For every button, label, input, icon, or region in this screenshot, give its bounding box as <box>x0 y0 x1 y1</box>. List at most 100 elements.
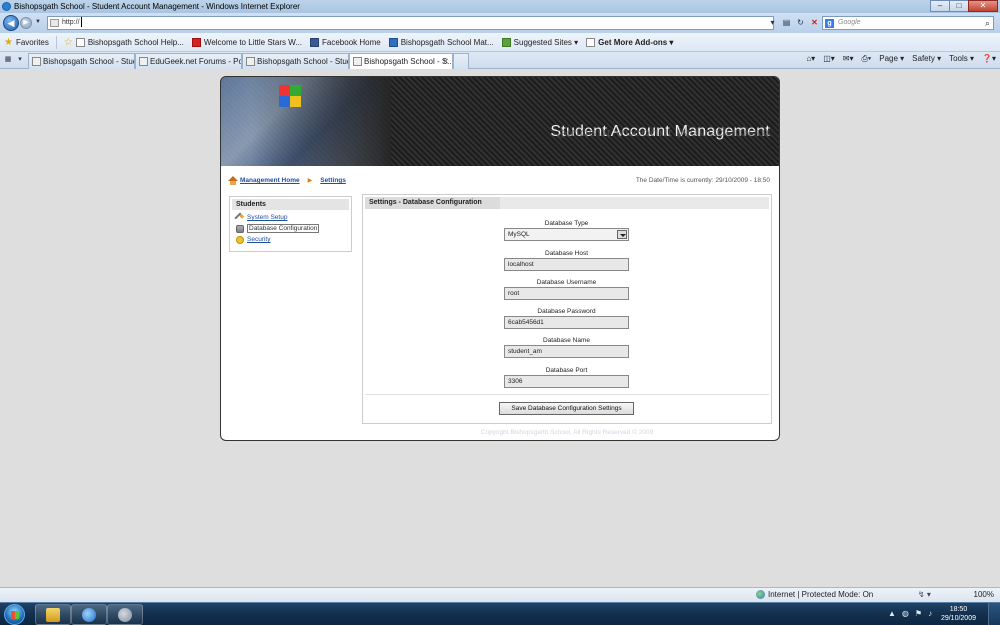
zoom-level[interactable]: 100% <box>974 590 994 599</box>
maximize-button[interactable]: □ <box>949 0 969 12</box>
chevron-down-icon[interactable] <box>617 230 627 239</box>
favorites-button[interactable]: ★ Favorites <box>0 37 53 48</box>
addons-icon <box>586 37 596 47</box>
tab-3[interactable]: Bishopsgath School - Stud... <box>242 53 349 69</box>
field-label: Database Port <box>545 367 588 374</box>
home-icon <box>228 176 238 185</box>
command-bar: ⌂▾ ◫▾ ✉▾ ⎙▾ Page ▾ Safety ▾ Tools ▾ ❓▾ <box>798 54 996 64</box>
current-datetime: The Date/Time is currently: 29/10/2009 -… <box>635 177 770 184</box>
little-stars-icon <box>191 37 201 47</box>
compatibility-view-icon[interactable]: ▤ <box>780 16 793 30</box>
favorite-link-label: Get More Add-ons ▾ <box>598 37 674 47</box>
history-dropdown-icon[interactable]: ▼ <box>35 19 41 25</box>
save-settings-button[interactable]: Save Database Configuration Settings <box>499 402 634 415</box>
back-button[interactable]: ◀ <box>3 15 19 31</box>
page-menu[interactable]: Page ▾ <box>879 54 904 64</box>
network-icon[interactable]: ◍ <box>902 609 909 618</box>
home-icon[interactable]: ⌂▾ <box>806 54 815 64</box>
zone-label: Internet | Protected Mode: On <box>768 590 874 599</box>
search-icon[interactable]: ⌕ <box>985 17 990 29</box>
mail-icon[interactable]: ✉▾ <box>843 54 854 64</box>
breadcrumb: Management Home ▶ Settings <box>228 176 346 185</box>
database-host-input[interactable]: localhost <box>504 258 629 271</box>
taskbar-ie-button[interactable] <box>71 604 107 625</box>
database-type-field: Database Type MySQL <box>504 219 629 241</box>
favorite-link-label: Suggested Sites ▾ <box>513 37 579 47</box>
forward-button[interactable]: ▶ <box>20 17 32 29</box>
flag-icon[interactable]: ⚑ <box>915 609 922 618</box>
taskbar-explorer-button[interactable] <box>35 604 71 625</box>
refresh-icon[interactable]: ↻ <box>794 16 807 30</box>
favorite-link-3[interactable]: Facebook Home <box>306 37 385 47</box>
feeds-icon[interactable]: ◫▾ <box>823 54 835 64</box>
stop-icon[interactable]: ✕ <box>808 16 821 30</box>
add-favorite-icon[interactable]: ☆ <box>64 37 73 48</box>
app-container: Student Account Management Student Accou… <box>220 76 780 441</box>
copyright-footer: Copyright Bishopsgarth School, All Right… <box>480 429 654 436</box>
address-url: http:// <box>62 19 80 26</box>
taskbar-app-button[interactable] <box>107 604 143 625</box>
field-label: Database Host <box>545 250 588 257</box>
quick-tabs-icon[interactable]: ▦ <box>3 54 13 66</box>
address-tools: ▾ ▤ ↻ ✕ <box>766 16 822 30</box>
system-tray: ▲ ◍ ⚑ ♪ <box>888 609 938 618</box>
tab-2[interactable]: EduGeek.net Forums - Pos... <box>135 53 242 69</box>
favorite-link-4[interactable]: Bishopsgath School Mat... <box>385 37 498 47</box>
banner-title-reflection: Student Account Management <box>555 127 770 139</box>
security-zone[interactable]: Internet | Protected Mode: On <box>756 590 873 599</box>
database-type-select[interactable]: MySQL <box>504 228 629 241</box>
database-password-field: Database Password 6cab5456d1 <box>504 307 629 329</box>
breadcrumb-home-link[interactable]: Management Home <box>240 177 300 184</box>
sidebar-item-label[interactable]: Database Configuration <box>247 224 320 233</box>
get-more-addons[interactable]: Get More Add-ons ▾ <box>582 37 677 47</box>
suggested-sites[interactable]: Suggested Sites ▾ <box>498 37 583 47</box>
tab-tools: ▦ ▾ <box>3 54 27 66</box>
database-password-input[interactable]: 6cab5456d1 <box>504 316 629 329</box>
tab-4-active[interactable]: Bishopsgath School - S... ✕ <box>349 53 453 70</box>
sidebar-item-label[interactable]: System Setup <box>247 214 287 221</box>
breadcrumb-settings-link[interactable]: Settings <box>320 177 346 184</box>
database-name-input[interactable]: student_am <box>504 345 629 358</box>
page-icon <box>246 57 255 66</box>
address-bar[interactable]: http:// <box>47 16 774 30</box>
field-value: MySQL <box>508 231 530 238</box>
system-clock[interactable]: 18:50 29/10/2009 <box>941 605 976 623</box>
print-icon[interactable]: ⎙▾ <box>861 54 871 64</box>
show-desktop-button[interactable] <box>988 603 1000 625</box>
lock-icon <box>236 235 244 244</box>
sidebar-item-security[interactable]: Security <box>230 234 351 245</box>
window-controls: – □ ✕ <box>930 0 998 13</box>
field-label: Database Type <box>544 220 589 227</box>
volume-icon[interactable]: ♪ <box>928 609 932 618</box>
search-placeholder: Google <box>838 19 861 26</box>
help-menu[interactable]: ❓▾ <box>982 54 996 64</box>
minimize-button[interactable]: – <box>930 0 950 12</box>
search-input[interactable]: g Google ⌕ <box>822 16 994 30</box>
start-button[interactable] <box>4 604 25 625</box>
tab-list-icon[interactable]: ▾ <box>15 54 25 66</box>
close-tab-icon[interactable]: ✕ <box>442 54 449 69</box>
tools-menu[interactable]: Tools ▾ <box>949 54 974 64</box>
sidebar-item-database-configuration[interactable]: Database Configuration <box>230 223 351 234</box>
show-hidden-icons-icon[interactable]: ▲ <box>888 609 896 618</box>
favorite-link-1[interactable]: ☆ Bishopsgath School Help... <box>60 37 188 48</box>
sidebar-item-system-setup[interactable]: System Setup <box>230 211 351 224</box>
favorite-link-2[interactable]: Welcome to Little Stars W... <box>188 37 306 47</box>
safety-menu[interactable]: Safety ▾ <box>912 54 941 64</box>
tab-label: EduGeek.net Forums - Pos... <box>150 57 241 66</box>
panel-title: Settings - Database Configuration <box>365 197 500 209</box>
field-label: Database Password <box>537 308 596 315</box>
new-tab-button[interactable] <box>453 53 469 69</box>
database-username-input[interactable]: root <box>504 287 629 300</box>
page-icon <box>353 57 362 66</box>
address-dropdown-icon[interactable]: ▾ <box>766 16 779 30</box>
protected-mode-icon[interactable]: ↯ ▾ <box>918 590 931 599</box>
breadcrumb-arrow-icon: ▶ <box>307 178 313 184</box>
field-label: Database Username <box>536 279 597 286</box>
settings-panel: Settings - Database Configuration Databa… <box>362 194 772 424</box>
sidebar-item-label[interactable]: Security <box>247 236 270 243</box>
database-port-input[interactable]: 3306 <box>504 375 629 388</box>
tab-1[interactable]: Bishopsgath School - Stud... <box>28 53 135 69</box>
edugeek-icon <box>139 57 148 66</box>
close-button[interactable]: ✕ <box>968 0 998 12</box>
